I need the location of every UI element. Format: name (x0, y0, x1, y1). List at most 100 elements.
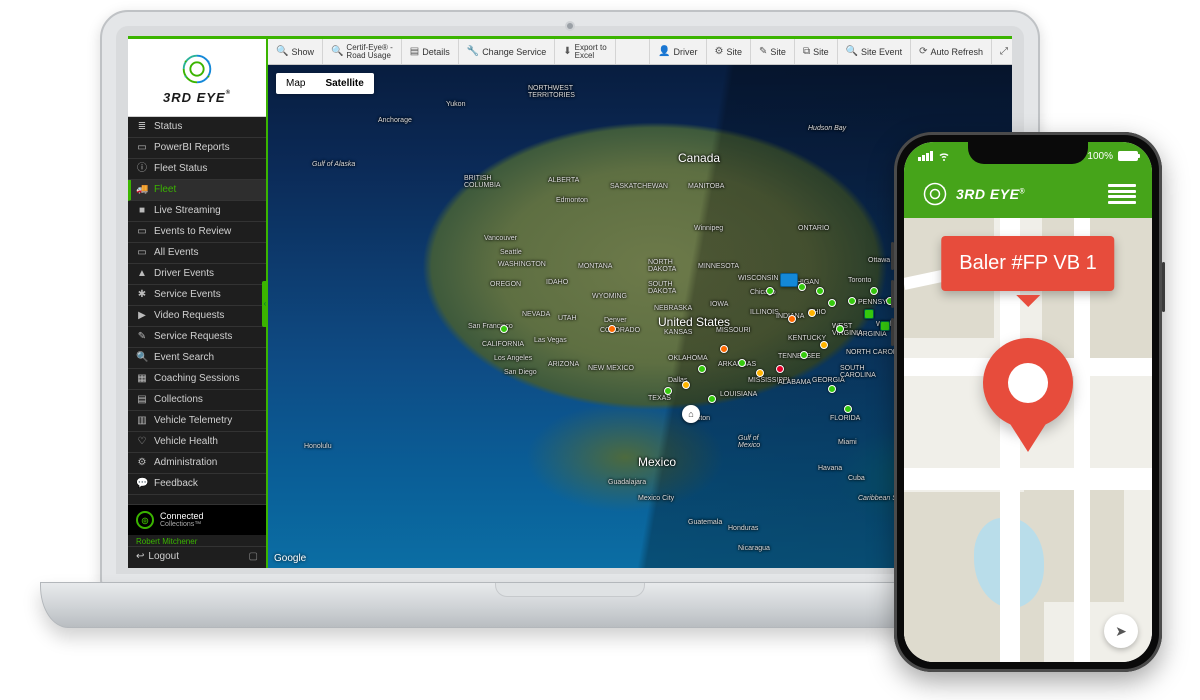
fleet-dot[interactable] (664, 387, 672, 395)
logout-label: Logout (148, 551, 179, 562)
brand-text: 3RD EYE® (163, 90, 231, 105)
tb-show[interactable]: 🔍Show (268, 39, 323, 64)
download-icon: ⬇ (563, 47, 571, 57)
nav-fleet-status[interactable]: ⓘFleet Status (128, 159, 266, 180)
nav-driver-events[interactable]: ▲Driver Events (128, 264, 266, 285)
search-icon: 🔍 (136, 352, 148, 364)
menu-button[interactable] (1108, 184, 1136, 204)
fleet-dot[interactable] (682, 381, 690, 389)
nav-events-to-review[interactable]: ▭Events to Review (128, 222, 266, 243)
tb-site-edit[interactable]: ✎Site (751, 39, 795, 64)
chat-icon: 💬 (136, 478, 148, 490)
tb-details[interactable]: ▤Details (402, 39, 459, 64)
truck-icon: 🚚 (136, 184, 148, 196)
fleet-dot[interactable] (808, 309, 816, 317)
nav-administration[interactable]: ⚙Administration (128, 453, 266, 474)
fleet-dot[interactable] (608, 325, 616, 333)
nav-live-streaming[interactable]: ■Live Streaming (128, 201, 266, 222)
edit-icon: ✎ (759, 46, 767, 57)
panel-toggle-icon[interactable]: ▢ (249, 551, 258, 562)
nav-label: Service Requests (154, 331, 232, 343)
tb-site-event[interactable]: 🔍Site Event (838, 39, 911, 64)
phone-map[interactable]: Baler #FP VB 1 ➤ (904, 218, 1152, 662)
user-icon: 👤 (658, 46, 670, 57)
tb-label: Site (813, 47, 829, 57)
tb-change-service[interactable]: 🔧Change Service (459, 39, 556, 64)
fleet-dot[interactable] (870, 287, 878, 295)
fleet-dot[interactable] (880, 321, 890, 331)
rows-icon: ▤ (136, 394, 148, 406)
brand-logo[interactable]: 3RD EYE® (128, 39, 266, 117)
tb-certifeye[interactable]: 🔍Certif-Eye® -Road Usage (323, 39, 402, 64)
fleet-dot[interactable] (720, 345, 728, 353)
nav-feedback[interactable]: 💬Feedback (128, 474, 266, 495)
fleet-dot[interactable] (844, 405, 852, 413)
nav-event-search[interactable]: 🔍Event Search (128, 348, 266, 369)
wifi-icon (938, 150, 950, 162)
tb-more[interactable]: ⤢ (992, 39, 1012, 64)
map-pin[interactable] (983, 338, 1073, 458)
eye-swirl-icon (178, 50, 216, 88)
fleet-dot[interactable] (828, 385, 836, 393)
nav-service-events[interactable]: ✱Service Events (128, 285, 266, 306)
info-icon: ⓘ (136, 163, 148, 175)
tb-site-settings[interactable]: ⚙Site (707, 39, 751, 64)
zoom-in-icon: 🔍 (276, 46, 288, 57)
phone-brand[interactable]: 3RD EYE® (920, 179, 1025, 209)
nav-label: Coaching Sessions (154, 373, 240, 385)
fleet-dot[interactable] (798, 283, 806, 291)
home-marker[interactable]: ⌂ (682, 405, 700, 423)
wrench-icon: 🔧 (467, 46, 479, 57)
nav-video-requests[interactable]: ▶Video Requests (128, 306, 266, 327)
fleet-dot[interactable] (738, 359, 746, 367)
nav-label: Status (154, 121, 182, 133)
nav-menu: ≣Status ▭PowerBI Reports ⓘFleet Status 🚚… (128, 117, 266, 504)
locate-me-button[interactable]: ➤ (1104, 614, 1138, 648)
fleet-dot[interactable] (828, 299, 836, 307)
nav-label: Administration (154, 457, 217, 469)
fleet-dot[interactable] (800, 351, 808, 359)
tb-label: Driver (674, 47, 698, 57)
battery-percent: 100% (1087, 151, 1113, 162)
phone-screen: 100% 3RD EYE® (904, 142, 1152, 662)
fleet-dot[interactable] (864, 309, 874, 319)
fleet-dot[interactable] (836, 325, 844, 333)
nav-fleet[interactable]: 🚚Fleet (128, 180, 266, 201)
fleet-dot[interactable] (816, 287, 824, 295)
app-root: 3RD EYE® ≣Status ▭PowerBI Reports ⓘFleet… (128, 36, 1012, 568)
tb-driver[interactable]: 👤 Driver (650, 39, 706, 64)
tb-export-excel[interactable]: ⬇Export toExcel (555, 39, 615, 64)
tb-label: Site (727, 47, 743, 57)
connected-collections[interactable]: ◎ Connected Collections™ (128, 504, 266, 535)
nav-status[interactable]: ≣Status (128, 117, 266, 138)
nav-coaching-sessions[interactable]: ▦ Coaching Sessions (128, 369, 266, 390)
fleet-dot[interactable] (756, 369, 764, 377)
nav-all-events[interactable]: ▭All Events (128, 243, 266, 264)
fleet-dot[interactable] (698, 365, 706, 373)
search-icon: 🔍 (846, 46, 858, 57)
nav-vehicle-health[interactable]: ♡Vehicle Health (128, 432, 266, 453)
vehicle-marker[interactable] (780, 273, 798, 287)
fleet-dot[interactable] (708, 395, 716, 403)
connected-ring-icon: ◎ (136, 511, 154, 529)
fleet-dot[interactable] (788, 315, 796, 323)
asset-callout[interactable]: Baler #FP VB 1 (941, 236, 1114, 291)
nav-label: Service Events (154, 289, 221, 301)
nav-vehicle-telemetry[interactable]: ▥Vehicle Telemetry (128, 411, 266, 432)
nav-label: Collections (154, 394, 203, 406)
toolbar-spacer (616, 39, 650, 64)
nav-collections[interactable]: ▤ Collections (128, 390, 266, 411)
fleet-dot[interactable] (766, 287, 774, 295)
logout-button[interactable]: ↩ Logout (136, 551, 179, 562)
fleet-dot[interactable] (848, 297, 856, 305)
tb-auto-refresh[interactable]: ⟳Auto Refresh (911, 39, 992, 64)
nav-service-requests[interactable]: ✎Service Requests (128, 327, 266, 348)
tb-site-copy[interactable]: ⧉Site (795, 39, 838, 64)
fleet-dot[interactable] (776, 365, 784, 373)
fleet-dot[interactable] (500, 325, 508, 333)
fleet-dot[interactable] (820, 341, 828, 349)
calendar-icon: ▦ (136, 373, 148, 385)
nav-powerbi-reports[interactable]: ▭PowerBI Reports (128, 138, 266, 159)
fleet-dot[interactable] (886, 297, 894, 305)
tb-label: Details (422, 47, 450, 57)
